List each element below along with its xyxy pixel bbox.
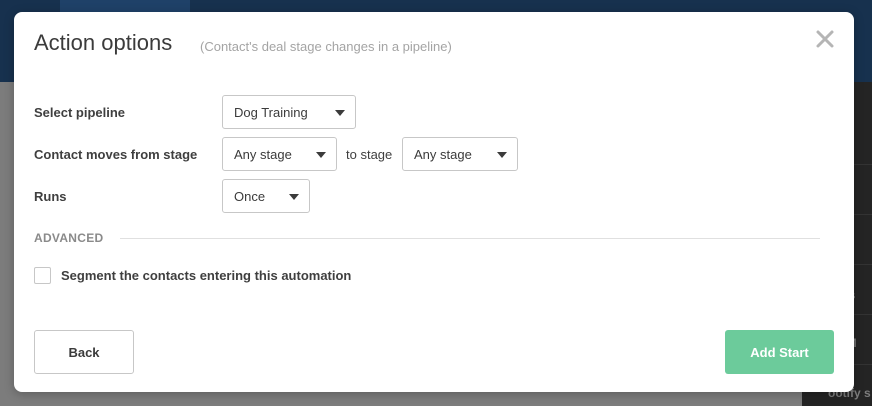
chevron-down-icon <box>335 110 345 116</box>
advanced-divider <box>120 238 820 239</box>
back-button[interactable]: Back <box>34 330 134 374</box>
select-pipeline-label: Select pipeline <box>34 105 126 120</box>
chevron-down-icon <box>289 194 299 200</box>
chevron-down-icon <box>316 152 326 158</box>
from-stage-select-value: Any stage <box>234 147 292 162</box>
segment-contacts-checkbox[interactable] <box>34 267 51 284</box>
runs-select-value: Once <box>234 189 266 204</box>
action-options-modal: Action options (Contact's deal stage cha… <box>14 12 854 392</box>
runs-label: Runs <box>34 189 67 204</box>
chevron-down-icon <box>497 152 507 158</box>
modal-title: Action options <box>34 30 173 55</box>
from-stage-select[interactable]: Any stage <box>222 137 337 171</box>
background-tab <box>60 0 190 12</box>
pipeline-select-value: Dog Training <box>234 105 308 120</box>
add-start-button[interactable]: Add Start <box>725 330 834 374</box>
runs-select[interactable]: Once <box>222 179 310 213</box>
to-stage-select-value: Any stage <box>414 147 472 162</box>
close-icon <box>816 30 834 48</box>
segment-contacts-label[interactable]: Segment the contacts entering this autom… <box>61 268 351 283</box>
advanced-section-label: ADVANCED <box>34 231 104 245</box>
close-button[interactable] <box>814 28 836 50</box>
to-stage-select[interactable]: Any stage <box>402 137 518 171</box>
pipeline-select[interactable]: Dog Training <box>222 95 356 129</box>
stage-change-label: Contact moves from stage <box>34 147 198 162</box>
to-stage-text: to stage <box>346 147 393 162</box>
modal-subtitle: (Contact's deal stage changes in a pipel… <box>200 39 452 54</box>
